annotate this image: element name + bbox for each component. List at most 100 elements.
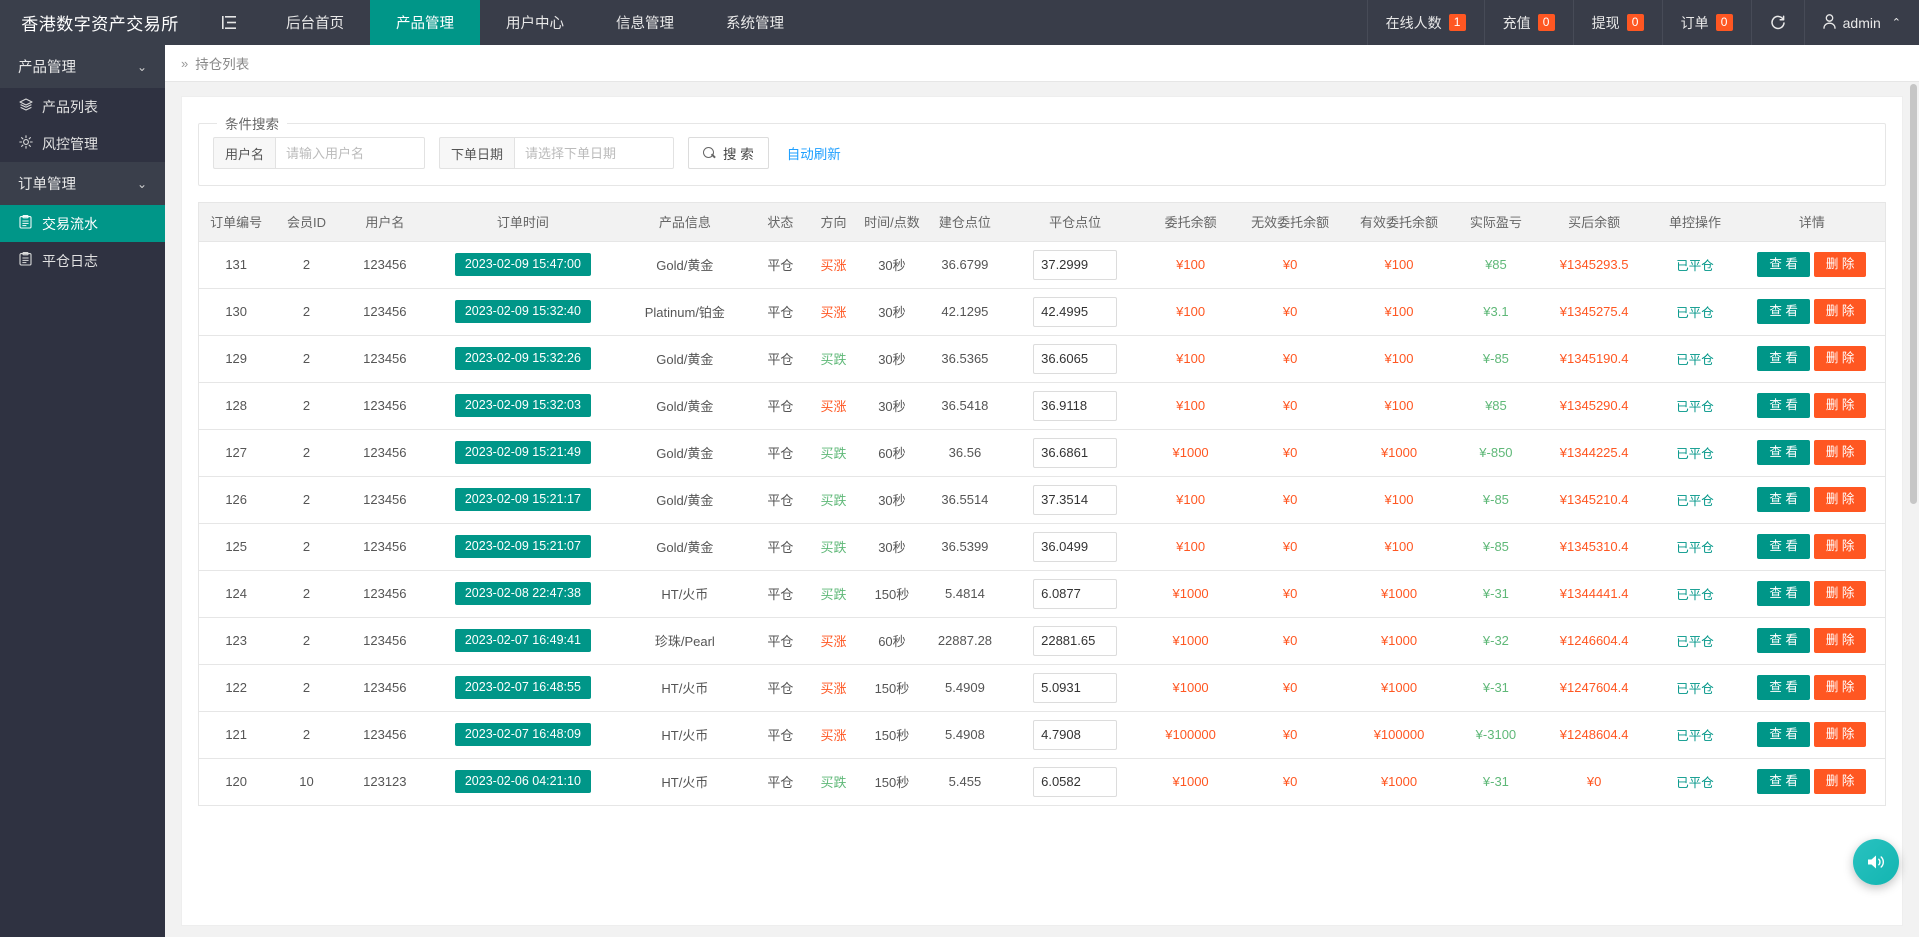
cell-close-price[interactable]: [1006, 758, 1145, 806]
view-button[interactable]: 查 看: [1757, 346, 1810, 371]
cell-close-price[interactable]: [1006, 617, 1145, 665]
cell-close-price[interactable]: [1006, 711, 1145, 759]
view-button[interactable]: 查 看: [1757, 252, 1810, 277]
balance-after-value: ¥1345275.4: [1559, 304, 1629, 319]
stat-withdraw[interactable]: 提现 0: [1572, 0, 1662, 45]
delete-button[interactable]: 删 除: [1813, 299, 1867, 324]
stat-orders[interactable]: 订单 0: [1661, 0, 1751, 45]
close-price-input[interactable]: [1033, 672, 1118, 703]
cell-entrust-balance: ¥100: [1144, 476, 1238, 524]
cell-close-price[interactable]: [1006, 288, 1145, 336]
cell-details[interactable]: 查 看删 除: [1738, 429, 1885, 477]
delete-button[interactable]: 删 除: [1813, 487, 1867, 512]
cell-close-price[interactable]: [1006, 476, 1145, 524]
nav-tab-product-management[interactable]: 产品管理: [370, 0, 480, 45]
cell-details[interactable]: 查 看删 除: [1738, 617, 1885, 665]
sidebar-group-product-management[interactable]: 产品管理 ⌄: [0, 45, 165, 88]
view-button[interactable]: 查 看: [1757, 675, 1810, 700]
delete-button[interactable]: 删 除: [1813, 252, 1867, 277]
close-price-input[interactable]: [1033, 390, 1118, 421]
delete-button[interactable]: 删 除: [1813, 628, 1867, 653]
username-input[interactable]: [275, 137, 426, 169]
close-price-input[interactable]: [1033, 531, 1118, 562]
view-button[interactable]: 查 看: [1757, 769, 1810, 794]
cell-details[interactable]: 查 看删 除: [1738, 335, 1885, 383]
close-price-input[interactable]: [1033, 437, 1118, 468]
cell-details[interactable]: 查 看删 除: [1738, 523, 1885, 571]
stat-recharge[interactable]: 充值 0: [1483, 0, 1573, 45]
scrollbar-thumb[interactable]: [1910, 84, 1917, 504]
cell-invalid-entrust-balance: ¥0: [1237, 476, 1344, 524]
volume-icon[interactable]: [1853, 839, 1899, 885]
search-filter-legend: 条件搜索: [225, 117, 279, 132]
direction-label: 买涨: [820, 258, 847, 273]
cell-details[interactable]: 查 看删 除: [1738, 382, 1885, 430]
view-button[interactable]: 查 看: [1757, 440, 1810, 465]
close-price-input[interactable]: [1033, 719, 1118, 750]
content-area: 条件搜索 用户名 下单日期 搜 索 自动刷新: [165, 82, 1919, 937]
user-menu[interactable]: admin ⌃: [1803, 0, 1919, 45]
hamburger-icon[interactable]: [200, 0, 260, 45]
close-price-input[interactable]: [1033, 625, 1118, 656]
view-button[interactable]: 查 看: [1757, 534, 1810, 559]
sidebar-group-order-management-label: 订单管理: [18, 177, 76, 193]
cell-product-info: Gold/黄金: [615, 523, 754, 571]
sidebar-item-transaction-flow[interactable]: 交易流水: [0, 205, 165, 242]
actual-pnl-value: ¥85: [1485, 398, 1507, 413]
sidebar-item-risk-control[interactable]: 风控管理: [0, 125, 165, 162]
view-button[interactable]: 查 看: [1757, 581, 1810, 606]
nav-tab-user-center[interactable]: 用户中心: [480, 0, 590, 45]
cell-close-price[interactable]: [1006, 241, 1145, 289]
close-price-input[interactable]: [1033, 484, 1118, 515]
cell-close-price[interactable]: [1006, 335, 1145, 383]
delete-button[interactable]: 删 除: [1813, 393, 1867, 418]
order-date-input[interactable]: [514, 137, 675, 169]
view-button[interactable]: 查 看: [1757, 393, 1810, 418]
view-button[interactable]: 查 看: [1757, 722, 1810, 747]
delete-button[interactable]: 删 除: [1813, 722, 1867, 747]
cell-close-price[interactable]: [1006, 382, 1145, 430]
stat-online-users[interactable]: 在线人数 1: [1366, 0, 1484, 45]
vertical-scrollbar[interactable]: [1908, 82, 1919, 937]
cell-period: 150秒: [860, 711, 924, 759]
auto-refresh-link[interactable]: 自动刷新: [787, 143, 841, 163]
cell-details[interactable]: 查 看删 除: [1738, 570, 1885, 618]
view-button[interactable]: 查 看: [1757, 487, 1810, 512]
close-price-input[interactable]: [1033, 578, 1118, 609]
delete-button[interactable]: 删 除: [1813, 534, 1867, 559]
cell-details[interactable]: 查 看删 除: [1738, 241, 1885, 289]
cell-valid-entrust-balance: ¥100000: [1343, 711, 1455, 759]
close-price-input[interactable]: [1033, 296, 1118, 327]
cell-details[interactable]: 查 看删 除: [1738, 758, 1885, 806]
cell-close-price[interactable]: [1006, 664, 1145, 712]
refresh-icon[interactable]: [1750, 0, 1804, 45]
cell-single-control: 已平仓: [1651, 758, 1739, 806]
cell-details[interactable]: 查 看删 除: [1738, 664, 1885, 712]
close-price-input[interactable]: [1033, 249, 1118, 280]
delete-button[interactable]: 删 除: [1813, 581, 1867, 606]
close-price-input[interactable]: [1033, 766, 1118, 797]
view-button[interactable]: 查 看: [1757, 299, 1810, 324]
nav-tab-system-management[interactable]: 系统管理: [700, 0, 810, 45]
view-button[interactable]: 查 看: [1757, 628, 1810, 653]
order-time-badge: 2023-02-07 16:49:41: [454, 629, 591, 652]
delete-button[interactable]: 删 除: [1813, 346, 1867, 371]
close-price-input[interactable]: [1033, 343, 1118, 374]
delete-button[interactable]: 删 除: [1813, 769, 1867, 794]
delete-button[interactable]: 删 除: [1813, 440, 1867, 465]
sidebar-item-product-list[interactable]: 产品列表: [0, 88, 165, 125]
nav-tab-info-management[interactable]: 信息管理: [590, 0, 700, 45]
sidebar-item-close-position-log[interactable]: 平仓日志: [0, 242, 165, 279]
cell-details[interactable]: 查 看删 除: [1738, 476, 1885, 524]
cell-details[interactable]: 查 看删 除: [1738, 711, 1885, 759]
status-badge: 已平仓: [1676, 353, 1714, 367]
sidebar-group-order-management[interactable]: 订单管理 ⌄: [0, 162, 165, 205]
cell-product-info: Gold/黄金: [615, 241, 754, 289]
search-button[interactable]: 搜 索: [688, 137, 769, 169]
delete-button[interactable]: 删 除: [1813, 675, 1867, 700]
nav-tab-dashboard[interactable]: 后台首页: [260, 0, 370, 45]
cell-close-price[interactable]: [1006, 429, 1145, 477]
cell-close-price[interactable]: [1006, 523, 1145, 571]
cell-details[interactable]: 查 看删 除: [1738, 288, 1885, 336]
cell-close-price[interactable]: [1006, 570, 1145, 618]
